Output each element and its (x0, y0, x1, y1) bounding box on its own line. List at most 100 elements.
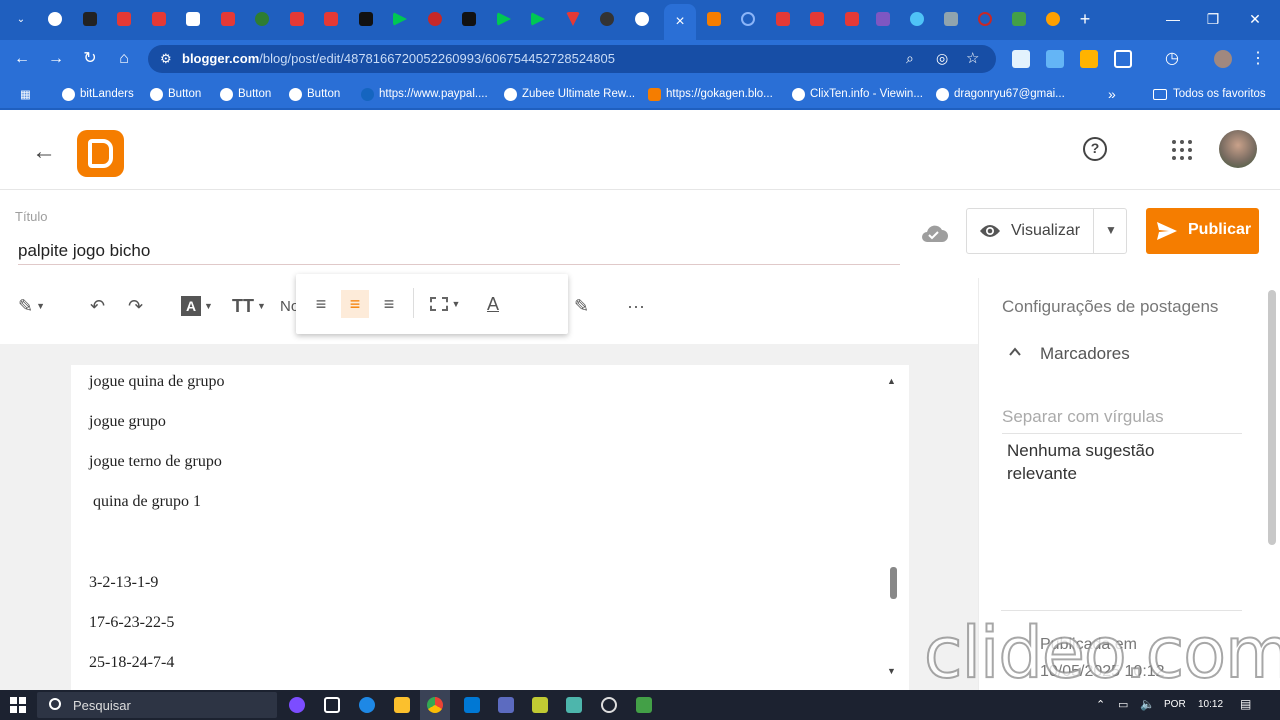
bookmark-item[interactable]: Zubee Ultimate Rew... (504, 86, 635, 102)
tab[interactable] (839, 8, 865, 30)
tab[interactable] (701, 8, 727, 30)
zoom-icon[interactable]: ⌕ (906, 50, 914, 67)
editor-page[interactable]: jogue quina de grupo jogue grupo jogue t… (71, 365, 909, 690)
forward-icon[interactable]: → (44, 48, 68, 70)
labels-section-header[interactable]: Marcadores (1040, 344, 1130, 364)
close-window-icon[interactable]: ✕ (1235, 8, 1275, 30)
bookmark-item[interactable]: ClixTen.info - Viewin... (792, 86, 923, 102)
windows-start-icon[interactable] (10, 697, 26, 713)
tab[interactable] (629, 8, 655, 30)
scroll-down-arrow-icon[interactable]: ▼ (887, 666, 896, 676)
more-options-icon[interactable]: ··· (627, 294, 645, 318)
all-bookmarks-button[interactable]: Todos os favoritos (1153, 86, 1266, 102)
tab[interactable] (870, 8, 896, 30)
editor-line[interactable]: 25-18-24-7-4 (89, 654, 174, 672)
task-view-icon[interactable] (324, 697, 340, 713)
profile-icon[interactable] (1214, 50, 1232, 68)
translate-icon[interactable] (1046, 50, 1064, 68)
tab[interactable] (1006, 8, 1032, 30)
notification-icon[interactable]: ▤ (1240, 697, 1251, 711)
tray-chevron-icon[interactable]: ⌃ (1096, 698, 1105, 711)
editor-line[interactable]: jogue grupo (89, 413, 166, 431)
app-icon[interactable] (532, 697, 548, 713)
history-icon[interactable]: ◷ (1160, 48, 1184, 70)
chrome-taskbar-button[interactable] (420, 690, 450, 720)
star-icon[interactable]: ☆ (966, 49, 979, 67)
tab[interactable] (938, 8, 964, 30)
app-icon[interactable] (498, 697, 514, 713)
bookmark-item[interactable]: Button (150, 86, 201, 102)
preview-dropdown-caret-icon[interactable]: ▼ (1105, 223, 1117, 237)
menu-kebab-icon[interactable]: ⋮ (1246, 48, 1270, 70)
font-size-button[interactable]: TT ▼ (232, 294, 266, 318)
align-left-icon[interactable]: ≡ (307, 290, 335, 318)
app-icon[interactable] (636, 697, 652, 713)
tab[interactable] (525, 8, 551, 30)
editor-line[interactable]: jogue quina de grupo (89, 373, 225, 391)
tab[interactable] (904, 8, 930, 30)
back-arrow-icon[interactable]: ← (32, 138, 56, 166)
align-right-icon[interactable]: ≡ (375, 290, 403, 318)
highlighter-icon[interactable]: ✎ (574, 294, 589, 318)
bookmark-item[interactable]: https://gokagen.blo... (648, 86, 773, 102)
chevron-up-icon[interactable] (1009, 346, 1021, 358)
close-tab-icon[interactable]: × (675, 13, 684, 31)
bookmark-item[interactable]: Button (220, 86, 271, 102)
tab[interactable] (972, 8, 998, 30)
tab[interactable] (318, 8, 344, 30)
volume-icon[interactable]: 🔈 (1140, 697, 1155, 711)
taskbar-search[interactable]: Pesquisar (37, 692, 277, 718)
clock[interactable]: 10:12 (1198, 699, 1223, 710)
reload-icon[interactable]: ↻ (78, 48, 102, 70)
tab[interactable] (770, 8, 796, 30)
tab[interactable] (353, 8, 379, 30)
title-input[interactable] (18, 238, 900, 265)
network-icon[interactable]: ▭ (1118, 698, 1128, 711)
tab-search-menu[interactable]: ⌄ (8, 8, 34, 30)
minimize-icon[interactable]: — (1153, 8, 1193, 30)
bookmark-item[interactable]: Button (289, 86, 340, 102)
editor-line[interactable]: 3-2-13-1-9 (89, 574, 158, 592)
tab[interactable] (560, 8, 586, 30)
tab[interactable] (146, 8, 172, 30)
app-icon[interactable] (566, 697, 582, 713)
apps-grid-icon[interactable]: ▦ (20, 86, 31, 102)
tab[interactable] (456, 8, 482, 30)
bookmark-item[interactable]: dragonryu67@gmai... (936, 86, 1065, 102)
tab[interactable] (422, 8, 448, 30)
tab[interactable] (735, 8, 761, 30)
extension-icon[interactable] (1012, 50, 1030, 68)
tab[interactable] (284, 8, 310, 30)
edge-icon[interactable] (359, 697, 375, 713)
redo-icon[interactable]: ↷ (128, 294, 143, 318)
undo-icon[interactable]: ↶ (90, 294, 105, 318)
font-button[interactable]: A ▼ (181, 294, 213, 318)
editor-line[interactable]: jogue terno de grupo (89, 453, 222, 471)
extensions-puzzle-icon[interactable] (1114, 50, 1132, 68)
site-info-icon[interactable]: ⚙ (160, 51, 172, 67)
tab[interactable] (180, 8, 206, 30)
scroll-up-arrow-icon[interactable]: ▲ (887, 376, 896, 386)
labels-input[interactable]: Separar com vírgulas (1002, 407, 1242, 434)
tab[interactable] (387, 8, 413, 30)
bookmark-item[interactable]: https://www.paypal.... (361, 86, 488, 102)
apps-grid-icon[interactable] (1172, 140, 1192, 160)
help-icon[interactable]: ? (1083, 137, 1107, 161)
editor-scrollbar-thumb[interactable] (890, 567, 897, 599)
tab[interactable] (249, 8, 275, 30)
sidebar-scrollbar[interactable] (1268, 290, 1276, 545)
compose-mode-button[interactable]: ✎ ▼ (18, 294, 45, 318)
back-icon[interactable]: ← (10, 48, 34, 70)
text-color-icon[interactable]: A (479, 290, 507, 318)
app-icon[interactable] (601, 697, 617, 713)
avatar[interactable] (1219, 130, 1257, 168)
extension-icon[interactable] (1080, 50, 1098, 68)
new-tab-button[interactable]: + (1072, 8, 1098, 30)
file-explorer-icon[interactable] (394, 697, 410, 713)
tab[interactable] (804, 8, 830, 30)
restore-icon[interactable]: ❐ (1193, 8, 1233, 30)
tab[interactable] (1040, 8, 1066, 30)
home-icon[interactable]: ⌂ (112, 48, 136, 70)
address-bar[interactable]: ⚙ blogger.com/blog/post/edit/48781667200… (148, 45, 996, 73)
blogger-logo[interactable] (77, 130, 124, 177)
